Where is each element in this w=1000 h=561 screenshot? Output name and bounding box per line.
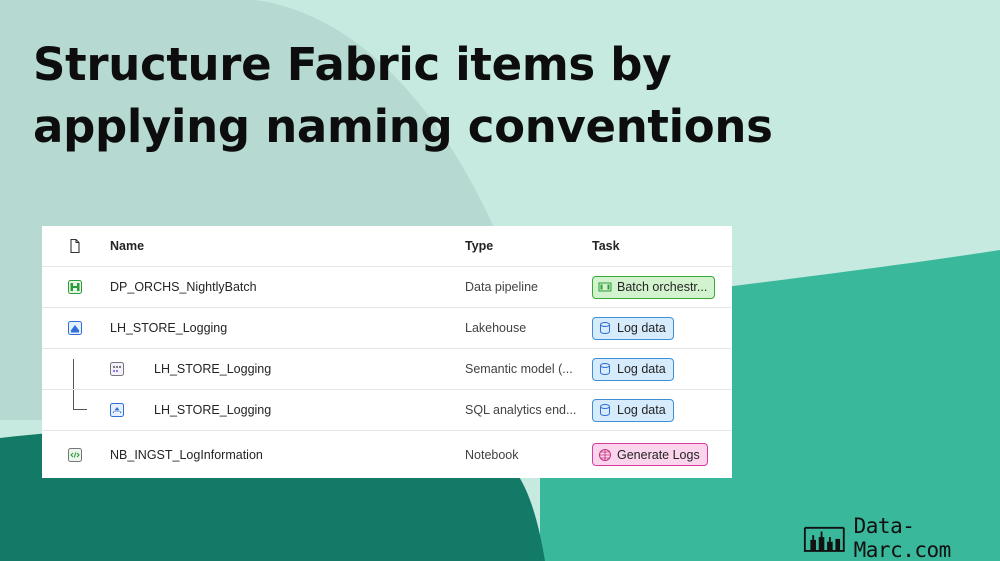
brand-logo: Data-Marc.com <box>803 514 1000 561</box>
items-table: Name Type Task DP_ORCHS_NightlyBatch Dat… <box>42 226 732 478</box>
task-tag[interactable]: Log data <box>592 316 674 340</box>
sql-endpoint-icon <box>108 390 126 430</box>
headline-line-1: Structure Fabric items by <box>33 38 672 91</box>
row-type: Data pipeline <box>465 280 538 294</box>
table-row[interactable]: LH_STORE_Logging Semantic model (... Log… <box>42 349 732 390</box>
task-tag[interactable]: Log data <box>592 398 674 422</box>
database-icon <box>600 322 610 335</box>
row-name[interactable]: NB_INGST_LogInformation <box>110 431 263 478</box>
brand-name: Data-Marc.com <box>853 514 952 561</box>
table-row[interactable]: DP_ORCHS_NightlyBatch Data pipeline Batc… <box>42 267 732 308</box>
task-label: Log data <box>617 403 666 417</box>
row-type: Notebook <box>465 447 519 462</box>
table-header: Name Type Task <box>42 226 732 267</box>
row-type: Semantic model (... <box>465 362 573 376</box>
task-tag[interactable]: Log data <box>592 357 674 381</box>
row-name[interactable]: DP_ORCHS_NightlyBatch <box>110 267 257 307</box>
task-tag[interactable]: Generate Logs <box>592 443 708 466</box>
table-row[interactable]: LH_STORE_Logging SQL analytics end... Lo… <box>42 390 732 431</box>
notebook-icon <box>66 431 84 478</box>
grid-icon <box>599 448 611 461</box>
header-type[interactable]: Type <box>465 226 493 266</box>
header-name[interactable]: Name <box>110 226 144 266</box>
task-label: Generate Logs <box>617 447 700 462</box>
task-label: Batch orchestr... <box>617 280 708 294</box>
database-icon <box>600 404 610 417</box>
row-name[interactable]: LH_STORE_Logging <box>110 308 227 348</box>
row-type: SQL analytics end... <box>465 403 577 417</box>
task-label: Log data <box>617 321 666 335</box>
task-tag[interactable]: Batch orchestr... <box>592 275 716 299</box>
batch-icon <box>598 282 612 292</box>
table-row[interactable]: LH_STORE_Logging Lakehouse Log data <box>42 308 732 349</box>
lakehouse-icon <box>66 308 84 348</box>
row-type: Lakehouse <box>465 321 527 335</box>
database-icon <box>600 363 610 376</box>
headline: Structure Fabric items by applying namin… <box>33 34 773 158</box>
header-file-icon <box>66 226 84 266</box>
pipeline-icon <box>66 267 84 307</box>
table-row[interactable]: NB_INGST_LogInformation Notebook Generat… <box>42 431 732 478</box>
semantic-model-icon <box>108 349 126 389</box>
row-name[interactable]: LH_STORE_Logging <box>154 390 271 430</box>
bottles-icon <box>803 526 845 552</box>
task-label: Log data <box>617 362 666 376</box>
row-name[interactable]: LH_STORE_Logging <box>154 349 271 389</box>
headline-line-2: applying naming conventions <box>33 100 773 153</box>
header-task[interactable]: Task <box>592 226 620 266</box>
